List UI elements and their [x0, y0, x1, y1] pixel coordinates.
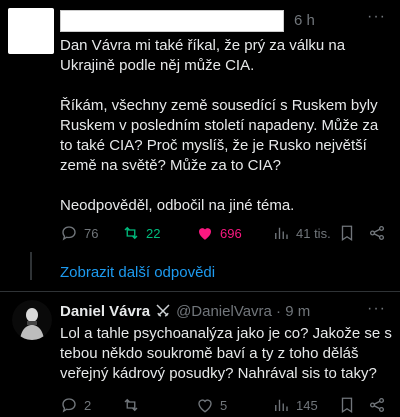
post-paragraph: Dan Vávra mi také říkal, že prý za válku… [60, 37, 346, 74]
share-icon [369, 397, 385, 413]
repost-icon [124, 398, 138, 412]
avatar-redacted[interactable] [8, 8, 54, 54]
more-options-icon[interactable]: ··· [367, 8, 386, 26]
like-button[interactable]: 696 [196, 224, 272, 242]
more-options-icon[interactable]: ··· [367, 300, 386, 318]
views-chart-icon [275, 399, 288, 411]
post-actions: 76 22 696 41 tis. [60, 223, 390, 243]
views-button[interactable]: 145 [272, 396, 338, 414]
author-name-redacted[interactable] [60, 10, 284, 32]
reply-author-name[interactable]: Daniel Vávra [60, 303, 150, 320]
crossed-swords-icon [156, 304, 170, 317]
post-paragraph: Říkám, všechny země sousedící s Ruskem b… [60, 97, 379, 174]
reply-actions: 2 5 145 [60, 395, 390, 415]
bookmark-icon [341, 397, 353, 414]
bookmark-button[interactable] [338, 396, 368, 414]
views-button[interactable]: 41 tis. [272, 224, 338, 242]
like-count: 696 [220, 225, 242, 241]
reply-button[interactable]: 2 [60, 396, 122, 414]
reply-text: Lol a tahle psychoanalýza jako je co? Ja… [60, 325, 392, 382]
post-time[interactable]: 6 h [294, 12, 315, 29]
reply-icon [62, 226, 76, 241]
share-button[interactable] [368, 224, 390, 242]
reply-handle-time[interactable]: @DanielVavra · 9 m [176, 303, 310, 320]
views-chart-icon [275, 227, 288, 239]
thread-connector-line [30, 252, 32, 280]
reply-icon [62, 398, 76, 413]
like-button[interactable]: 5 [196, 396, 272, 414]
like-count: 5 [220, 397, 228, 413]
repost-icon [124, 226, 138, 240]
show-more-replies-link[interactable]: Zobrazit další odpovědi [60, 264, 215, 281]
avatar[interactable] [12, 300, 52, 340]
views-count: 145 [296, 397, 318, 413]
reply-button[interactable]: 76 [60, 224, 122, 242]
share-icon [369, 225, 385, 241]
bookmark-icon [341, 225, 353, 242]
reply-count: 76 [84, 225, 99, 241]
post-paragraph: Neodpověděl, odbočil na jiné téma. [60, 197, 295, 214]
repost-button[interactable] [122, 396, 196, 414]
post-text: Dan Vávra mi také říkal, že prý za válku… [60, 36, 392, 236]
repost-button[interactable]: 22 [122, 224, 196, 242]
reply-count: 2 [84, 397, 92, 413]
post: 6 h ··· Dan Vávra mi také říkal, že prý … [0, 0, 400, 260]
views-count: 41 tis. [296, 225, 331, 241]
avatar-figure-icon [12, 300, 52, 340]
reply-header: Daniel Vávra @DanielVavra · 9 m [60, 302, 310, 320]
share-button[interactable] [368, 396, 390, 414]
bookmark-button[interactable] [338, 224, 368, 242]
repost-count: 22 [146, 225, 161, 241]
heart-icon [199, 228, 211, 240]
heart-icon [198, 399, 212, 413]
